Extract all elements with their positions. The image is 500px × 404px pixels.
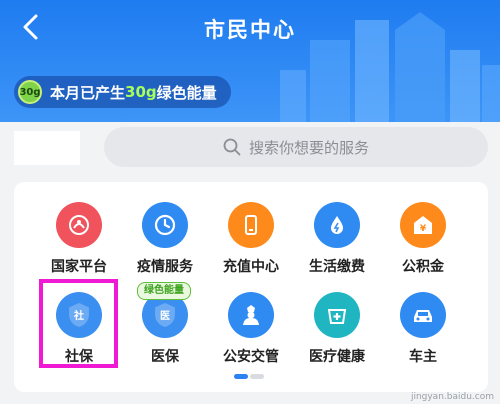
search-icon [223,138,241,156]
clock-icon [142,202,188,248]
service-label: 生活缴费 [309,259,365,275]
service-health[interactable]: 医疗健康 [291,290,383,380]
search-placeholder: 搜索你想要的服务 [248,138,369,157]
national-platform-icon [56,202,102,248]
service-epidemic[interactable]: 疫情服务 [119,200,211,290]
service-label: 公安交管 [223,349,279,365]
header: 市民中心 30g 本月已产生 30g 绿色能量 [0,0,500,128]
service-housing-fund[interactable]: ¥ 公积金 [377,200,469,290]
svg-text:医: 医 [160,310,170,322]
service-utilities[interactable]: 生活缴费 [291,200,383,290]
svg-text:¥: ¥ [420,224,427,234]
search-input[interactable]: 搜索你想要的服务 [104,127,488,167]
service-label: 国家平台 [51,259,107,275]
energy-suffix: 绿色能量 [156,83,217,102]
water-drop-icon [314,202,360,248]
health-cross-icon [314,292,360,338]
location-placeholder [14,131,80,165]
service-national-platform[interactable]: 国家平台 [33,200,125,290]
service-label: 充值中心 [223,259,279,275]
page-indicator [234,374,266,379]
green-energy-banner[interactable]: 30g 本月已产生 30g 绿色能量 [14,76,231,108]
green-energy-tag: 绿色能量 [137,282,191,300]
service-recharge[interactable]: 充值中心 [205,200,297,290]
service-car-owner[interactable]: 车主 [377,290,469,380]
service-label: 疫情服务 [137,259,193,275]
energy-badge: 30g [18,80,42,104]
page-title: 市民中心 [204,18,296,42]
page-dot [250,374,264,379]
service-label: 公积金 [402,259,444,275]
energy-amount: 30g [125,83,157,101]
watermark: jingyan.baidu.com [410,392,494,402]
energy-prefix: 本月已产生 [50,83,126,102]
page-dot-active [234,374,248,379]
phone-icon [228,202,274,248]
search-row: 搜索你想要的服务 [0,122,500,174]
service-label: 车主 [409,349,437,365]
yuan-house-icon: ¥ [400,202,446,248]
car-icon [400,292,446,338]
police-icon [228,292,274,338]
service-label: 医保 [151,349,179,365]
highlight-box [39,279,118,368]
service-police-traffic[interactable]: 公安交管 [205,290,297,380]
service-label: 医疗健康 [309,349,365,365]
service-medical-insurance[interactable]: 医 医保 [119,290,211,380]
